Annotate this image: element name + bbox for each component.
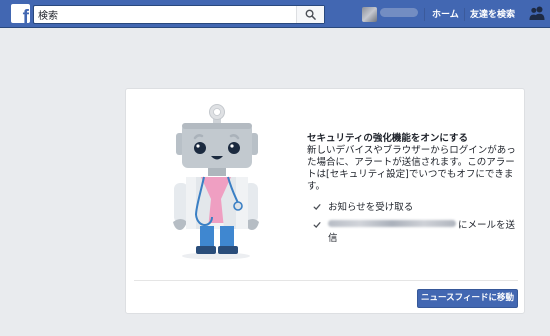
security-alert-card: セキュリティの強化機能をオンにする 新しいデバイスやブラウザーからログインがあっ… bbox=[125, 88, 525, 314]
search-icon bbox=[305, 9, 316, 20]
checkmark-icon[interactable] bbox=[313, 203, 321, 211]
option-label: お知らせを受け取る bbox=[328, 202, 414, 213]
card-divider bbox=[134, 280, 518, 281]
option-receive-notifications[interactable]: お知らせを受け取る bbox=[313, 201, 413, 214]
nav-find-friends-link[interactable]: 友達を検索 bbox=[470, 7, 515, 20]
profile-name-redacted[interactable] bbox=[380, 8, 418, 17]
top-navigation-bar: f ホーム 友達を検索 bbox=[0, 0, 550, 28]
go-to-news-feed-button[interactable]: ニュースフィードに移動 bbox=[417, 289, 518, 308]
profile-avatar[interactable] bbox=[362, 7, 377, 22]
doctor-robot-illustration bbox=[173, 104, 259, 260]
facebook-logo-icon[interactable]: f bbox=[11, 4, 30, 23]
nav-divider bbox=[424, 8, 425, 21]
search-button[interactable] bbox=[296, 6, 324, 23]
card-description: 新しいデバイスやブラウザーからログインがあった場合に、アラートが送信されます。こ… bbox=[307, 145, 516, 192]
redacted-email-address bbox=[328, 220, 456, 227]
facebook-logo-letter: f bbox=[22, 7, 29, 23]
security-info: セキュリティの強化機能をオンにする 新しいデバイスやブラウザーからログインがあっ… bbox=[307, 133, 517, 193]
checkmark-icon[interactable] bbox=[313, 221, 321, 229]
friend-requests-icon[interactable] bbox=[528, 5, 546, 21]
nav-home-link[interactable]: ホーム bbox=[432, 7, 459, 20]
option-send-email[interactable]: にメールを送信 bbox=[313, 219, 523, 245]
option-label: にメールを送信 bbox=[328, 219, 523, 245]
search-box bbox=[33, 5, 325, 24]
card-title: セキュリティの強化機能をオンにする bbox=[307, 133, 469, 144]
nav-divider bbox=[464, 8, 465, 21]
search-input[interactable] bbox=[34, 6, 294, 23]
